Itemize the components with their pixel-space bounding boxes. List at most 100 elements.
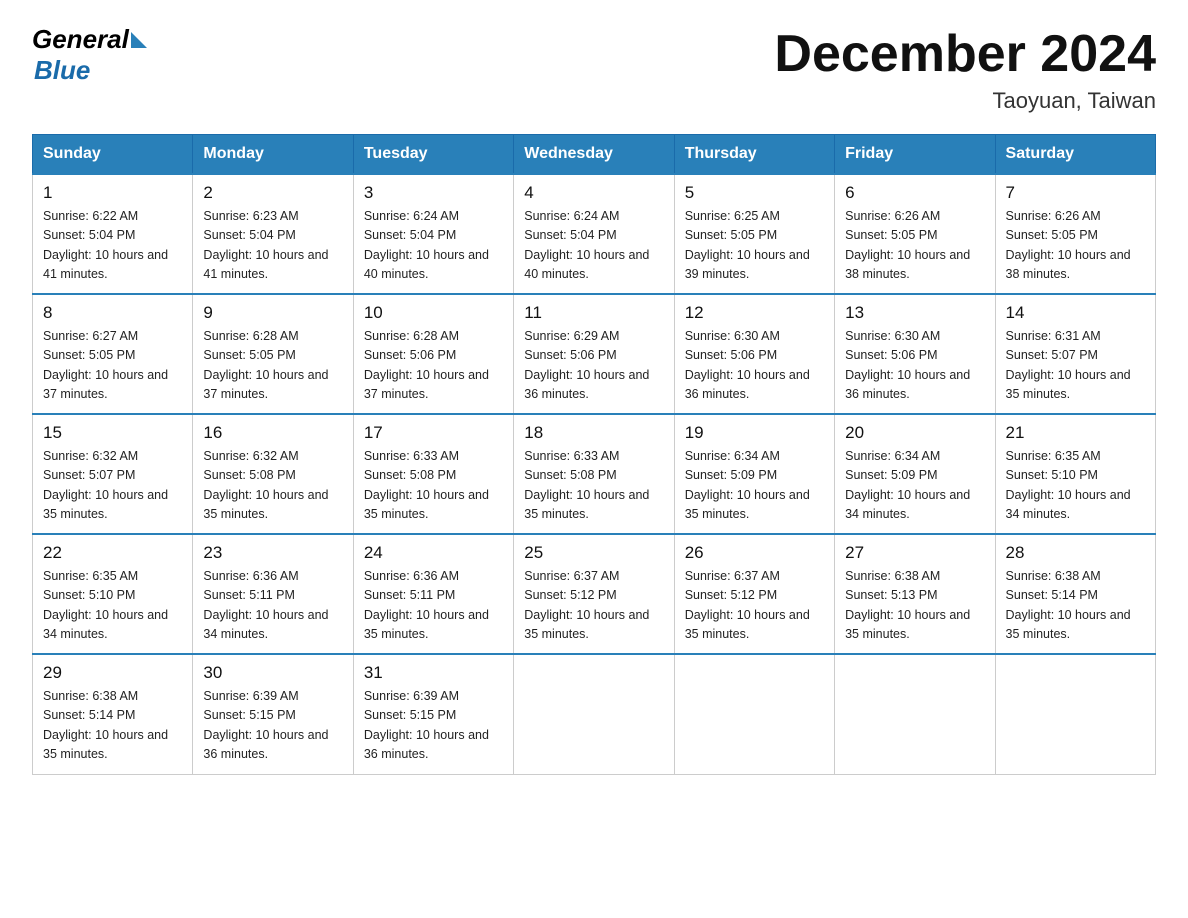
sunrise-text: Sunrise: 6:28 AM <box>364 329 459 343</box>
daylight-text: Daylight: 10 hours and 37 minutes. <box>364 368 489 401</box>
calendar-day-cell: 21 Sunrise: 6:35 AM Sunset: 5:10 PM Dayl… <box>995 414 1155 534</box>
sunset-text: Sunset: 5:14 PM <box>43 708 135 722</box>
calendar-day-cell: 23 Sunrise: 6:36 AM Sunset: 5:11 PM Dayl… <box>193 534 353 654</box>
calendar-day-cell: 30 Sunrise: 6:39 AM Sunset: 5:15 PM Dayl… <box>193 654 353 774</box>
location-subtitle: Taoyuan, Taiwan <box>774 88 1156 114</box>
day-info: Sunrise: 6:34 AM Sunset: 5:09 PM Dayligh… <box>685 447 824 525</box>
day-number: 21 <box>1006 423 1145 443</box>
daylight-text: Daylight: 10 hours and 35 minutes. <box>364 488 489 521</box>
header-sunday: Sunday <box>33 135 193 175</box>
day-number: 7 <box>1006 183 1145 203</box>
calendar-day-cell: 27 Sunrise: 6:38 AM Sunset: 5:13 PM Dayl… <box>835 534 995 654</box>
header-thursday: Thursday <box>674 135 834 175</box>
sunset-text: Sunset: 5:07 PM <box>1006 348 1098 362</box>
title-section: December 2024 Taoyuan, Taiwan <box>774 24 1156 114</box>
sunset-text: Sunset: 5:11 PM <box>203 588 295 602</box>
month-title: December 2024 <box>774 24 1156 84</box>
sunrise-text: Sunrise: 6:33 AM <box>364 449 459 463</box>
calendar-day-cell: 6 Sunrise: 6:26 AM Sunset: 5:05 PM Dayli… <box>835 174 995 294</box>
calendar-day-cell <box>674 654 834 774</box>
calendar-week-row: 8 Sunrise: 6:27 AM Sunset: 5:05 PM Dayli… <box>33 294 1156 414</box>
calendar-day-cell: 18 Sunrise: 6:33 AM Sunset: 5:08 PM Dayl… <box>514 414 674 534</box>
day-info: Sunrise: 6:32 AM Sunset: 5:07 PM Dayligh… <box>43 447 182 525</box>
day-info: Sunrise: 6:37 AM Sunset: 5:12 PM Dayligh… <box>524 567 663 645</box>
daylight-text: Daylight: 10 hours and 36 minutes. <box>203 728 328 761</box>
calendar-week-row: 1 Sunrise: 6:22 AM Sunset: 5:04 PM Dayli… <box>33 174 1156 294</box>
sunrise-text: Sunrise: 6:34 AM <box>845 449 940 463</box>
calendar-header-row: Sunday Monday Tuesday Wednesday Thursday… <box>33 135 1156 175</box>
calendar-day-cell <box>995 654 1155 774</box>
logo: General Blue <box>32 24 147 86</box>
calendar-day-cell: 5 Sunrise: 6:25 AM Sunset: 5:05 PM Dayli… <box>674 174 834 294</box>
day-info: Sunrise: 6:32 AM Sunset: 5:08 PM Dayligh… <box>203 447 342 525</box>
day-info: Sunrise: 6:34 AM Sunset: 5:09 PM Dayligh… <box>845 447 984 525</box>
day-number: 11 <box>524 303 663 323</box>
day-number: 9 <box>203 303 342 323</box>
day-number: 24 <box>364 543 503 563</box>
calendar-day-cell: 25 Sunrise: 6:37 AM Sunset: 5:12 PM Dayl… <box>514 534 674 654</box>
day-number: 27 <box>845 543 984 563</box>
calendar-table: Sunday Monday Tuesday Wednesday Thursday… <box>32 134 1156 775</box>
daylight-text: Daylight: 10 hours and 36 minutes. <box>685 368 810 401</box>
day-number: 15 <box>43 423 182 443</box>
day-info: Sunrise: 6:24 AM Sunset: 5:04 PM Dayligh… <box>364 207 503 285</box>
day-info: Sunrise: 6:27 AM Sunset: 5:05 PM Dayligh… <box>43 327 182 405</box>
sunrise-text: Sunrise: 6:36 AM <box>364 569 459 583</box>
day-number: 22 <box>43 543 182 563</box>
calendar-day-cell: 7 Sunrise: 6:26 AM Sunset: 5:05 PM Dayli… <box>995 174 1155 294</box>
calendar-day-cell: 12 Sunrise: 6:30 AM Sunset: 5:06 PM Dayl… <box>674 294 834 414</box>
day-number: 8 <box>43 303 182 323</box>
sunrise-text: Sunrise: 6:39 AM <box>364 689 459 703</box>
daylight-text: Daylight: 10 hours and 34 minutes. <box>43 608 168 641</box>
sunrise-text: Sunrise: 6:32 AM <box>43 449 138 463</box>
calendar-day-cell: 15 Sunrise: 6:32 AM Sunset: 5:07 PM Dayl… <box>33 414 193 534</box>
calendar-week-row: 29 Sunrise: 6:38 AM Sunset: 5:14 PM Dayl… <box>33 654 1156 774</box>
daylight-text: Daylight: 10 hours and 35 minutes. <box>685 488 810 521</box>
sunset-text: Sunset: 5:10 PM <box>43 588 135 602</box>
sunset-text: Sunset: 5:15 PM <box>203 708 295 722</box>
sunset-text: Sunset: 5:05 PM <box>845 228 937 242</box>
day-number: 10 <box>364 303 503 323</box>
daylight-text: Daylight: 10 hours and 35 minutes. <box>203 488 328 521</box>
day-number: 14 <box>1006 303 1145 323</box>
calendar-day-cell: 8 Sunrise: 6:27 AM Sunset: 5:05 PM Dayli… <box>33 294 193 414</box>
sunset-text: Sunset: 5:08 PM <box>364 468 456 482</box>
sunset-text: Sunset: 5:04 PM <box>43 228 135 242</box>
daylight-text: Daylight: 10 hours and 41 minutes. <box>43 248 168 281</box>
day-number: 6 <box>845 183 984 203</box>
daylight-text: Daylight: 10 hours and 35 minutes. <box>845 608 970 641</box>
day-number: 12 <box>685 303 824 323</box>
day-number: 30 <box>203 663 342 683</box>
calendar-day-cell: 22 Sunrise: 6:35 AM Sunset: 5:10 PM Dayl… <box>33 534 193 654</box>
sunset-text: Sunset: 5:04 PM <box>364 228 456 242</box>
sunrise-text: Sunrise: 6:38 AM <box>845 569 940 583</box>
day-info: Sunrise: 6:25 AM Sunset: 5:05 PM Dayligh… <box>685 207 824 285</box>
day-info: Sunrise: 6:39 AM Sunset: 5:15 PM Dayligh… <box>364 687 503 765</box>
header-saturday: Saturday <box>995 135 1155 175</box>
calendar-day-cell: 10 Sunrise: 6:28 AM Sunset: 5:06 PM Dayl… <box>353 294 513 414</box>
sunrise-text: Sunrise: 6:26 AM <box>845 209 940 223</box>
daylight-text: Daylight: 10 hours and 40 minutes. <box>524 248 649 281</box>
day-info: Sunrise: 6:30 AM Sunset: 5:06 PM Dayligh… <box>845 327 984 405</box>
sunset-text: Sunset: 5:10 PM <box>1006 468 1098 482</box>
daylight-text: Daylight: 10 hours and 38 minutes. <box>845 248 970 281</box>
daylight-text: Daylight: 10 hours and 35 minutes. <box>524 608 649 641</box>
calendar-day-cell: 14 Sunrise: 6:31 AM Sunset: 5:07 PM Dayl… <box>995 294 1155 414</box>
calendar-day-cell: 1 Sunrise: 6:22 AM Sunset: 5:04 PM Dayli… <box>33 174 193 294</box>
sunset-text: Sunset: 5:05 PM <box>203 348 295 362</box>
day-number: 28 <box>1006 543 1145 563</box>
calendar-day-cell: 29 Sunrise: 6:38 AM Sunset: 5:14 PM Dayl… <box>33 654 193 774</box>
daylight-text: Daylight: 10 hours and 35 minutes. <box>43 728 168 761</box>
day-info: Sunrise: 6:28 AM Sunset: 5:06 PM Dayligh… <box>364 327 503 405</box>
calendar-day-cell: 2 Sunrise: 6:23 AM Sunset: 5:04 PM Dayli… <box>193 174 353 294</box>
daylight-text: Daylight: 10 hours and 37 minutes. <box>203 368 328 401</box>
calendar-day-cell: 20 Sunrise: 6:34 AM Sunset: 5:09 PM Dayl… <box>835 414 995 534</box>
day-number: 18 <box>524 423 663 443</box>
sunset-text: Sunset: 5:15 PM <box>364 708 456 722</box>
daylight-text: Daylight: 10 hours and 36 minutes. <box>845 368 970 401</box>
day-number: 1 <box>43 183 182 203</box>
day-info: Sunrise: 6:36 AM Sunset: 5:11 PM Dayligh… <box>203 567 342 645</box>
daylight-text: Daylight: 10 hours and 35 minutes. <box>43 488 168 521</box>
daylight-text: Daylight: 10 hours and 41 minutes. <box>203 248 328 281</box>
calendar-day-cell: 26 Sunrise: 6:37 AM Sunset: 5:12 PM Dayl… <box>674 534 834 654</box>
